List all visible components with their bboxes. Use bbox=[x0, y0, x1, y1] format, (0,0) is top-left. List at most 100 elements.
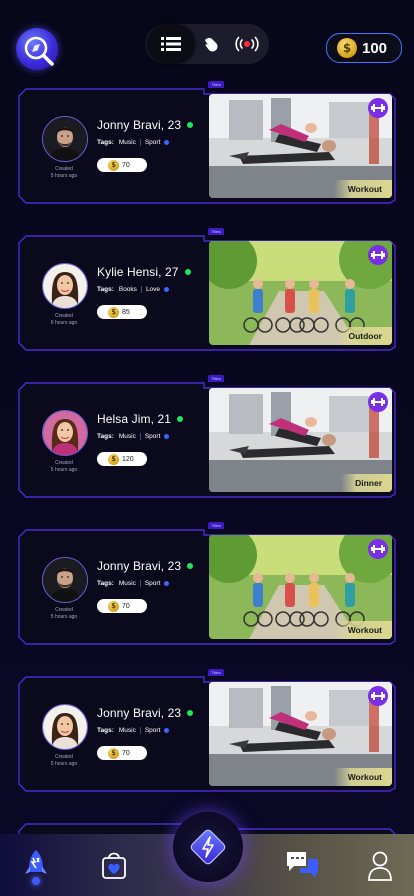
coin-dollar-icon: $ bbox=[108, 306, 119, 318]
search-button[interactable] bbox=[16, 28, 58, 70]
price-value: 70 bbox=[122, 161, 130, 169]
price-pill[interactable]: $70 bbox=[97, 599, 147, 613]
tag-chip[interactable]: Books bbox=[119, 286, 137, 293]
tag-separator bbox=[139, 433, 141, 440]
avatar[interactable] bbox=[42, 263, 88, 309]
price-value: 85 bbox=[122, 308, 130, 316]
avatar[interactable] bbox=[42, 410, 88, 456]
profile-name[interactable]: Helsa Jim, 21 bbox=[97, 412, 171, 426]
price-pill[interactable]: $120 bbox=[97, 452, 147, 466]
name-row: Jonny Bravi, 23 bbox=[97, 706, 194, 720]
tag-chip[interactable]: Sport bbox=[145, 727, 161, 734]
nav-rocket[interactable] bbox=[18, 834, 54, 896]
online-status-dot bbox=[177, 416, 183, 422]
nav-chat[interactable] bbox=[282, 834, 322, 896]
created-time: Created 5 hours ago bbox=[50, 166, 78, 179]
more-tags-dot[interactable] bbox=[164, 287, 170, 292]
tags-row: Tags: Music Sport bbox=[97, 580, 170, 587]
tags-row: Tags: Books Love bbox=[97, 286, 170, 293]
top-bar: $ 100 bbox=[0, 0, 414, 80]
profile-name[interactable]: Jonny Bravi, 23 bbox=[97, 559, 181, 573]
tag-chip[interactable]: Music bbox=[119, 580, 136, 587]
profile-card[interactable]: Titles Created 6 hours ago Kylie Hensi, 27… bbox=[18, 228, 396, 351]
activity-photo[interactable]: Outdoor bbox=[209, 241, 392, 345]
coin-dollar-icon: $ bbox=[108, 453, 119, 465]
price-pill[interactable]: $85 bbox=[97, 305, 147, 319]
nav-shop[interactable] bbox=[96, 834, 132, 896]
activity-photo[interactable]: Workout bbox=[209, 682, 392, 786]
swipe-hand-icon bbox=[205, 37, 218, 52]
online-status-dot bbox=[187, 710, 194, 716]
more-tags-dot[interactable] bbox=[164, 581, 170, 586]
category-label: Workout bbox=[333, 180, 392, 198]
coin-balance[interactable]: $ 100 bbox=[326, 33, 402, 63]
tags-row: Tags: Music Sport bbox=[97, 139, 170, 146]
category-label: Workout bbox=[333, 621, 392, 639]
online-status-dot bbox=[187, 563, 194, 569]
price-value: 70 bbox=[122, 749, 130, 757]
activity-photo[interactable]: Workout bbox=[209, 535, 392, 639]
profile-icon bbox=[368, 851, 392, 881]
dumbbell-icon[interactable] bbox=[368, 98, 388, 118]
card-tab-badge: Titles bbox=[208, 228, 224, 235]
name-row: Jonny Bravi, 23 bbox=[97, 118, 194, 132]
activity-photo[interactable]: Dinner bbox=[209, 388, 392, 492]
list-view-tab[interactable] bbox=[147, 24, 195, 64]
dumbbell-icon[interactable] bbox=[368, 686, 388, 706]
nav-profile[interactable] bbox=[362, 834, 398, 896]
live-view-tab[interactable] bbox=[225, 24, 269, 64]
profile-card[interactable]: Titles Created 5 hours ago Jonny Bravi, 23… bbox=[18, 522, 396, 645]
tags-row: Tags: Music Sport bbox=[97, 727, 170, 734]
name-row: Kylie Hensi, 27 bbox=[97, 265, 191, 279]
tag-separator bbox=[139, 139, 141, 146]
category-label: Dinner bbox=[341, 474, 392, 492]
dumbbell-icon[interactable] bbox=[368, 245, 388, 265]
search-compass-icon bbox=[24, 36, 54, 66]
more-tags-dot[interactable] bbox=[164, 434, 170, 439]
tag-chip[interactable]: Sport bbox=[145, 433, 161, 440]
coin-balance-value: 100 bbox=[362, 39, 388, 57]
avatar[interactable] bbox=[42, 704, 88, 750]
nav-center-button[interactable] bbox=[173, 812, 243, 882]
activity-photo[interactable]: Workout bbox=[209, 94, 392, 198]
tag-separator bbox=[139, 580, 141, 587]
created-time: Created 5 hours ago bbox=[50, 754, 78, 767]
created-time: Created 6 hours ago bbox=[50, 313, 78, 326]
tags-row: Tags: Music Sport bbox=[97, 433, 170, 440]
category-label: Workout bbox=[333, 768, 392, 786]
profile-card[interactable]: Titles Created 5 hours ago Jonny Bravi, 23… bbox=[18, 81, 396, 204]
price-value: 120 bbox=[122, 455, 134, 463]
avatar[interactable] bbox=[42, 557, 88, 603]
dumbbell-icon[interactable] bbox=[368, 539, 388, 559]
price-pill[interactable]: $70 bbox=[97, 158, 147, 172]
profile-name[interactable]: Jonny Bravi, 23 bbox=[97, 118, 181, 132]
tag-chip[interactable]: Sport bbox=[145, 580, 161, 587]
tag-chip[interactable]: Music bbox=[119, 433, 136, 440]
coin-dollar-icon: $ bbox=[108, 747, 119, 759]
profile-name[interactable]: Jonny Bravi, 23 bbox=[97, 706, 181, 720]
tag-chip[interactable]: Love bbox=[146, 286, 160, 293]
card-tab-badge: Titles bbox=[208, 522, 224, 529]
name-row: Jonny Bravi, 23 bbox=[97, 559, 194, 573]
coin-dollar-icon: $ bbox=[108, 600, 119, 612]
profile-card[interactable]: Titles Created 5 hours ago Helsa Jim, 21 Ta… bbox=[18, 375, 396, 498]
tags-label: Tags: bbox=[97, 139, 114, 146]
tags-label: Tags: bbox=[97, 433, 114, 440]
profile-card[interactable]: Titles Created 5 hours ago Jonny Bravi, 23… bbox=[18, 669, 396, 792]
online-status-dot bbox=[187, 122, 194, 128]
tags-label: Tags: bbox=[97, 580, 114, 587]
name-row: Helsa Jim, 21 bbox=[97, 412, 183, 426]
category-label: Outdoor bbox=[334, 327, 392, 345]
more-tags-dot[interactable] bbox=[164, 728, 170, 733]
profile-name[interactable]: Kylie Hensi, 27 bbox=[97, 265, 179, 279]
tag-chip[interactable]: Music bbox=[119, 727, 136, 734]
chat-bubbles-icon bbox=[287, 852, 318, 878]
tag-chip[interactable]: Sport bbox=[145, 139, 161, 146]
more-tags-dot[interactable] bbox=[164, 140, 170, 145]
dumbbell-icon[interactable] bbox=[368, 392, 388, 412]
tag-chip[interactable]: Music bbox=[119, 139, 136, 146]
coin-dollar-icon: $ bbox=[337, 38, 357, 58]
tags-label: Tags: bbox=[97, 727, 114, 734]
price-pill[interactable]: $70 bbox=[97, 746, 147, 760]
avatar[interactable] bbox=[42, 116, 88, 162]
